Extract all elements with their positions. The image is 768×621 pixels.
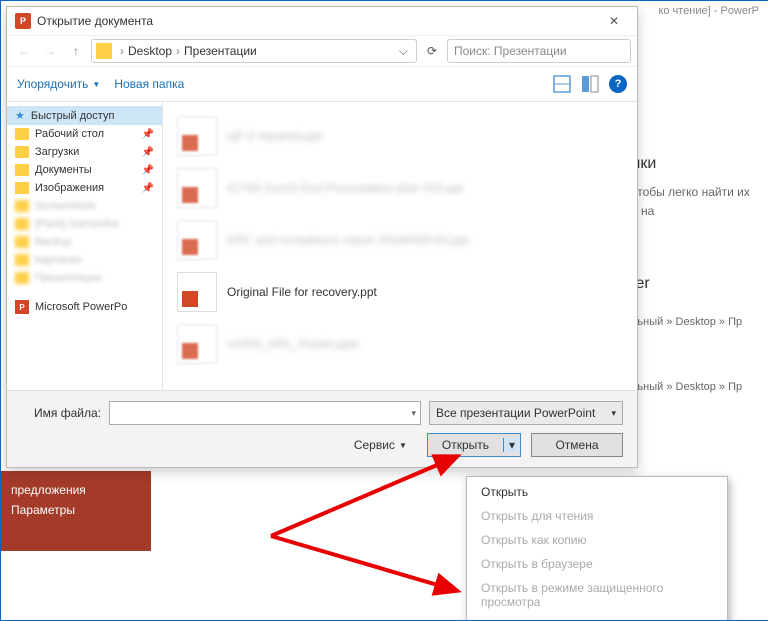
menu-open-repair[interactable]: Открыть и восстановить — [467, 614, 727, 621]
menu-open-readonly[interactable]: Открыть для чтения — [467, 504, 727, 528]
open-dropdown-menu: Открыть Открыть для чтения Открыть как к… — [466, 476, 728, 621]
menu-open[interactable]: Открыть — [467, 480, 727, 504]
menu-open-copy[interactable]: Открыть как копию — [467, 528, 727, 552]
menu-open-browser[interactable]: Открыть в браузере — [467, 552, 727, 576]
menu-open-protected[interactable]: Открыть в режиме защищенного просмотра — [467, 576, 727, 614]
canvas: ко чтение] - PowerP предложения Параметр… — [0, 0, 768, 621]
